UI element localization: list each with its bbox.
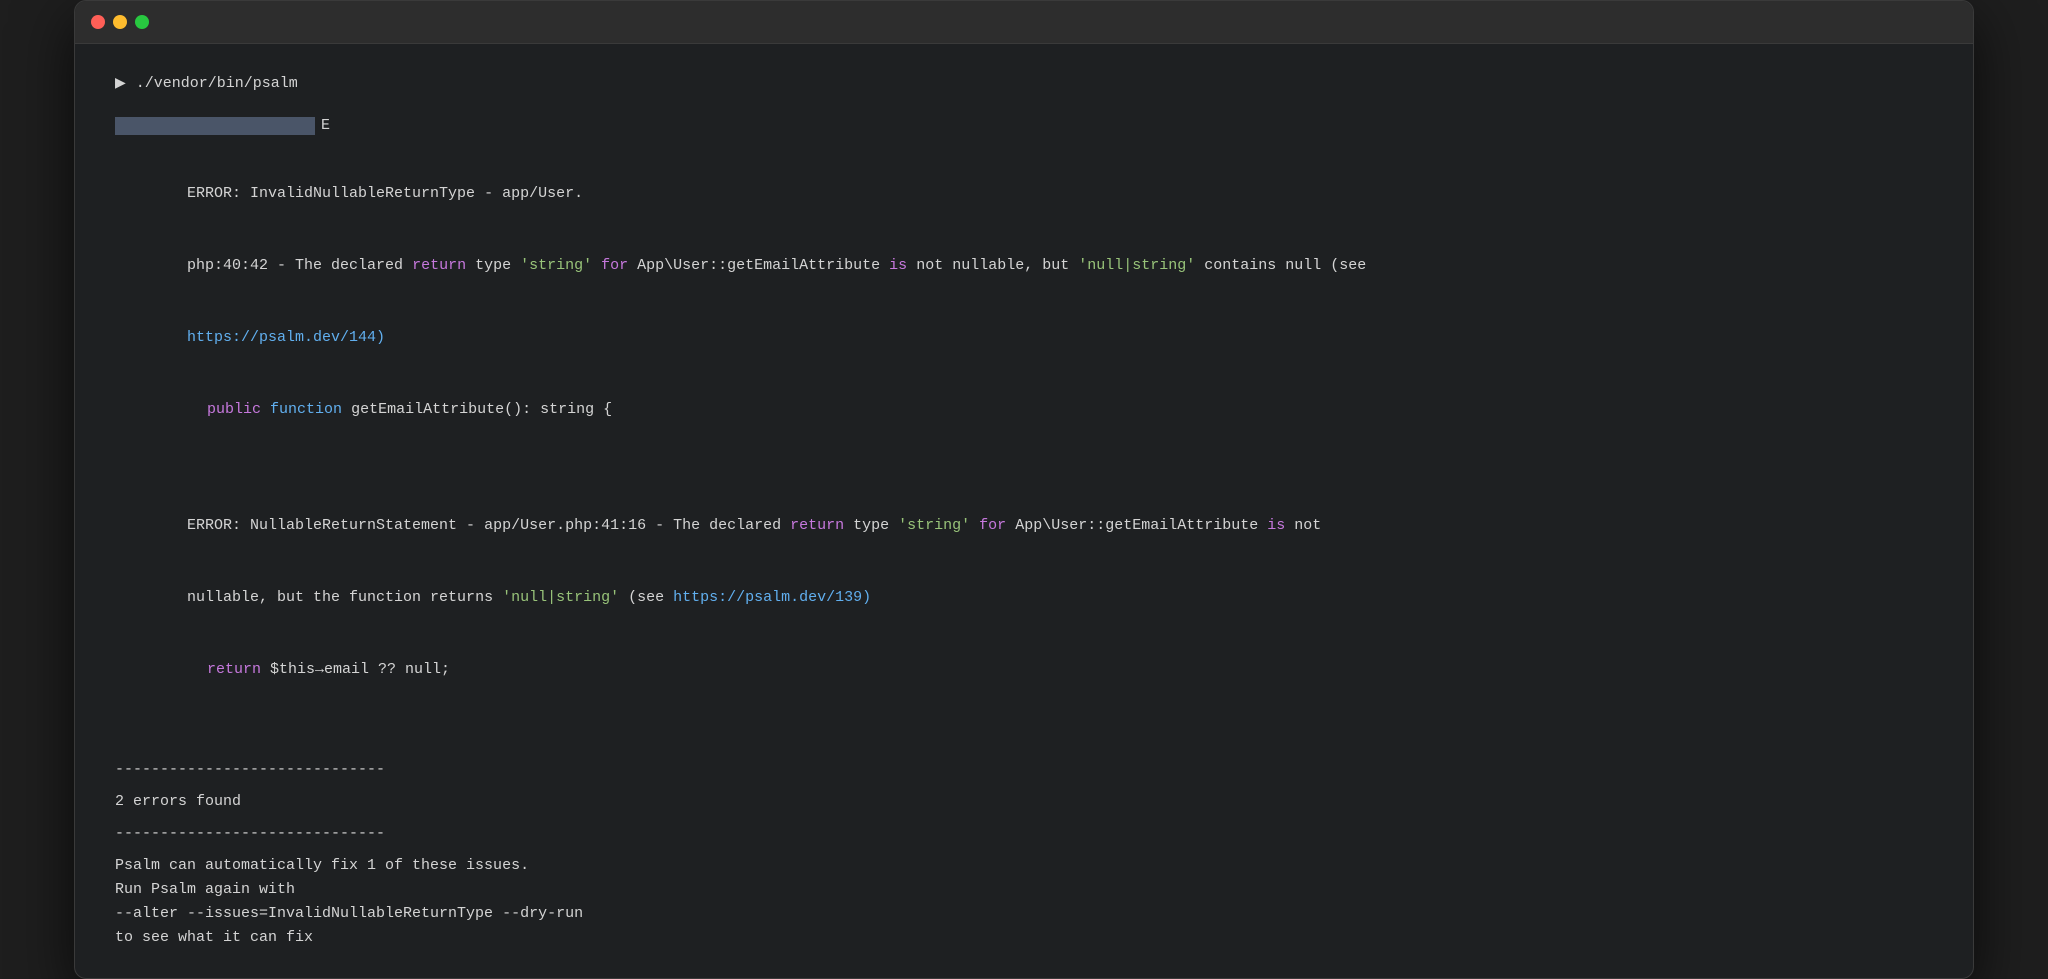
error1-space1 bbox=[261, 401, 270, 418]
error-block-2: ERROR: NullableReturnStatement - app/Use… bbox=[115, 490, 1933, 706]
error2-rest: not bbox=[1285, 517, 1321, 534]
maximize-button[interactable] bbox=[135, 15, 149, 29]
blank-2 bbox=[115, 730, 1933, 750]
error1-end: contains null (see bbox=[1195, 257, 1366, 274]
error2-line2: nullable, but the function returns 'null… bbox=[115, 562, 1933, 634]
error2-class: App\User::getEmailAttribute bbox=[1006, 517, 1267, 534]
error1-link-text[interactable]: https://psalm.dev/144) bbox=[187, 329, 385, 346]
progress-line: E bbox=[115, 114, 1933, 138]
error2-code: return $this→email ?? null; bbox=[115, 634, 1933, 706]
error2-null-string: 'null|string' bbox=[502, 589, 619, 606]
blank-1 bbox=[115, 470, 1933, 490]
error2-return-kw: return bbox=[790, 517, 844, 534]
error1-detail: php:40:42 - The declared return type 'st… bbox=[115, 230, 1933, 302]
error2-type-mid: type bbox=[844, 517, 898, 534]
error1-pre: php:40:42 - The declared bbox=[187, 257, 412, 274]
error2-link-text[interactable]: https://psalm.dev/139) bbox=[673, 589, 871, 606]
error2-see: (see bbox=[619, 589, 673, 606]
divider-top: ------------------------------ bbox=[115, 758, 1933, 782]
error1-public-kw: public bbox=[207, 401, 261, 418]
command-text: ./vendor/bin/psalm bbox=[136, 72, 298, 96]
error1-return-kw: return bbox=[412, 257, 466, 274]
error1-method: getEmailAttribute(): string { bbox=[342, 401, 612, 418]
error2-line2-text: nullable, but the function returns bbox=[187, 589, 502, 606]
progress-suffix: E bbox=[321, 114, 330, 138]
error2-return-code-kw: return bbox=[207, 661, 261, 678]
prompt-arrow-icon: ▶ bbox=[115, 73, 126, 95]
error1-header-text: ERROR: InvalidNullableReturnType - app/U… bbox=[187, 185, 583, 202]
error1-type-text: type bbox=[466, 257, 520, 274]
error-block-1: ERROR: InvalidNullableReturnType - app/U… bbox=[115, 158, 1933, 446]
terminal-body: ▶ ./vendor/bin/psalm E ERROR: InvalidNul… bbox=[75, 44, 1973, 978]
terminal-window: ▶ ./vendor/bin/psalm E ERROR: InvalidNul… bbox=[74, 0, 1974, 979]
progress-bar bbox=[115, 117, 315, 135]
error1-null-string: 'null|string' bbox=[1078, 257, 1195, 274]
minimize-button[interactable] bbox=[113, 15, 127, 29]
error2-str1: 'string' bbox=[898, 517, 970, 534]
divider-bottom: ------------------------------ bbox=[115, 822, 1933, 846]
alter-cmd-text: --alter --issues=InvalidNullableReturnTy… bbox=[115, 902, 1933, 926]
prompt-line: ▶ ./vendor/bin/psalm bbox=[115, 72, 1933, 96]
error2-code-rest: $this→email ?? null; bbox=[261, 661, 450, 678]
error1-string-val: 'string' bbox=[520, 257, 592, 274]
error2-for-kw: for bbox=[970, 517, 1006, 534]
errors-found-text: 2 errors found bbox=[115, 790, 1933, 814]
close-button[interactable] bbox=[91, 15, 105, 29]
error1-class: App\User::getEmailAttribute bbox=[628, 257, 889, 274]
error1-function-kw: function bbox=[270, 401, 342, 418]
can-fix-text: Psalm can automatically fix 1 of these i… bbox=[115, 854, 1933, 878]
error2-header-text: ERROR: NullableReturnStatement - app/Use… bbox=[187, 517, 790, 534]
error1-code: public function getEmailAttribute(): str… bbox=[115, 374, 1933, 446]
error2-header: ERROR: NullableReturnStatement - app/Use… bbox=[115, 490, 1933, 562]
error1-header: ERROR: InvalidNullableReturnType - app/U… bbox=[115, 158, 1933, 230]
error1-link: https://psalm.dev/144) bbox=[115, 302, 1933, 374]
to-see-text: to see what it can fix bbox=[115, 926, 1933, 950]
error1-rest: not nullable, but bbox=[907, 257, 1078, 274]
run-again-text: Run Psalm again with bbox=[115, 878, 1933, 902]
summary-section: ------------------------------ 2 errors … bbox=[115, 758, 1933, 950]
error1-for-kw: for bbox=[592, 257, 628, 274]
error2-is-kw: is bbox=[1267, 517, 1285, 534]
error1-is-kw: is bbox=[889, 257, 907, 274]
title-bar bbox=[75, 1, 1973, 44]
